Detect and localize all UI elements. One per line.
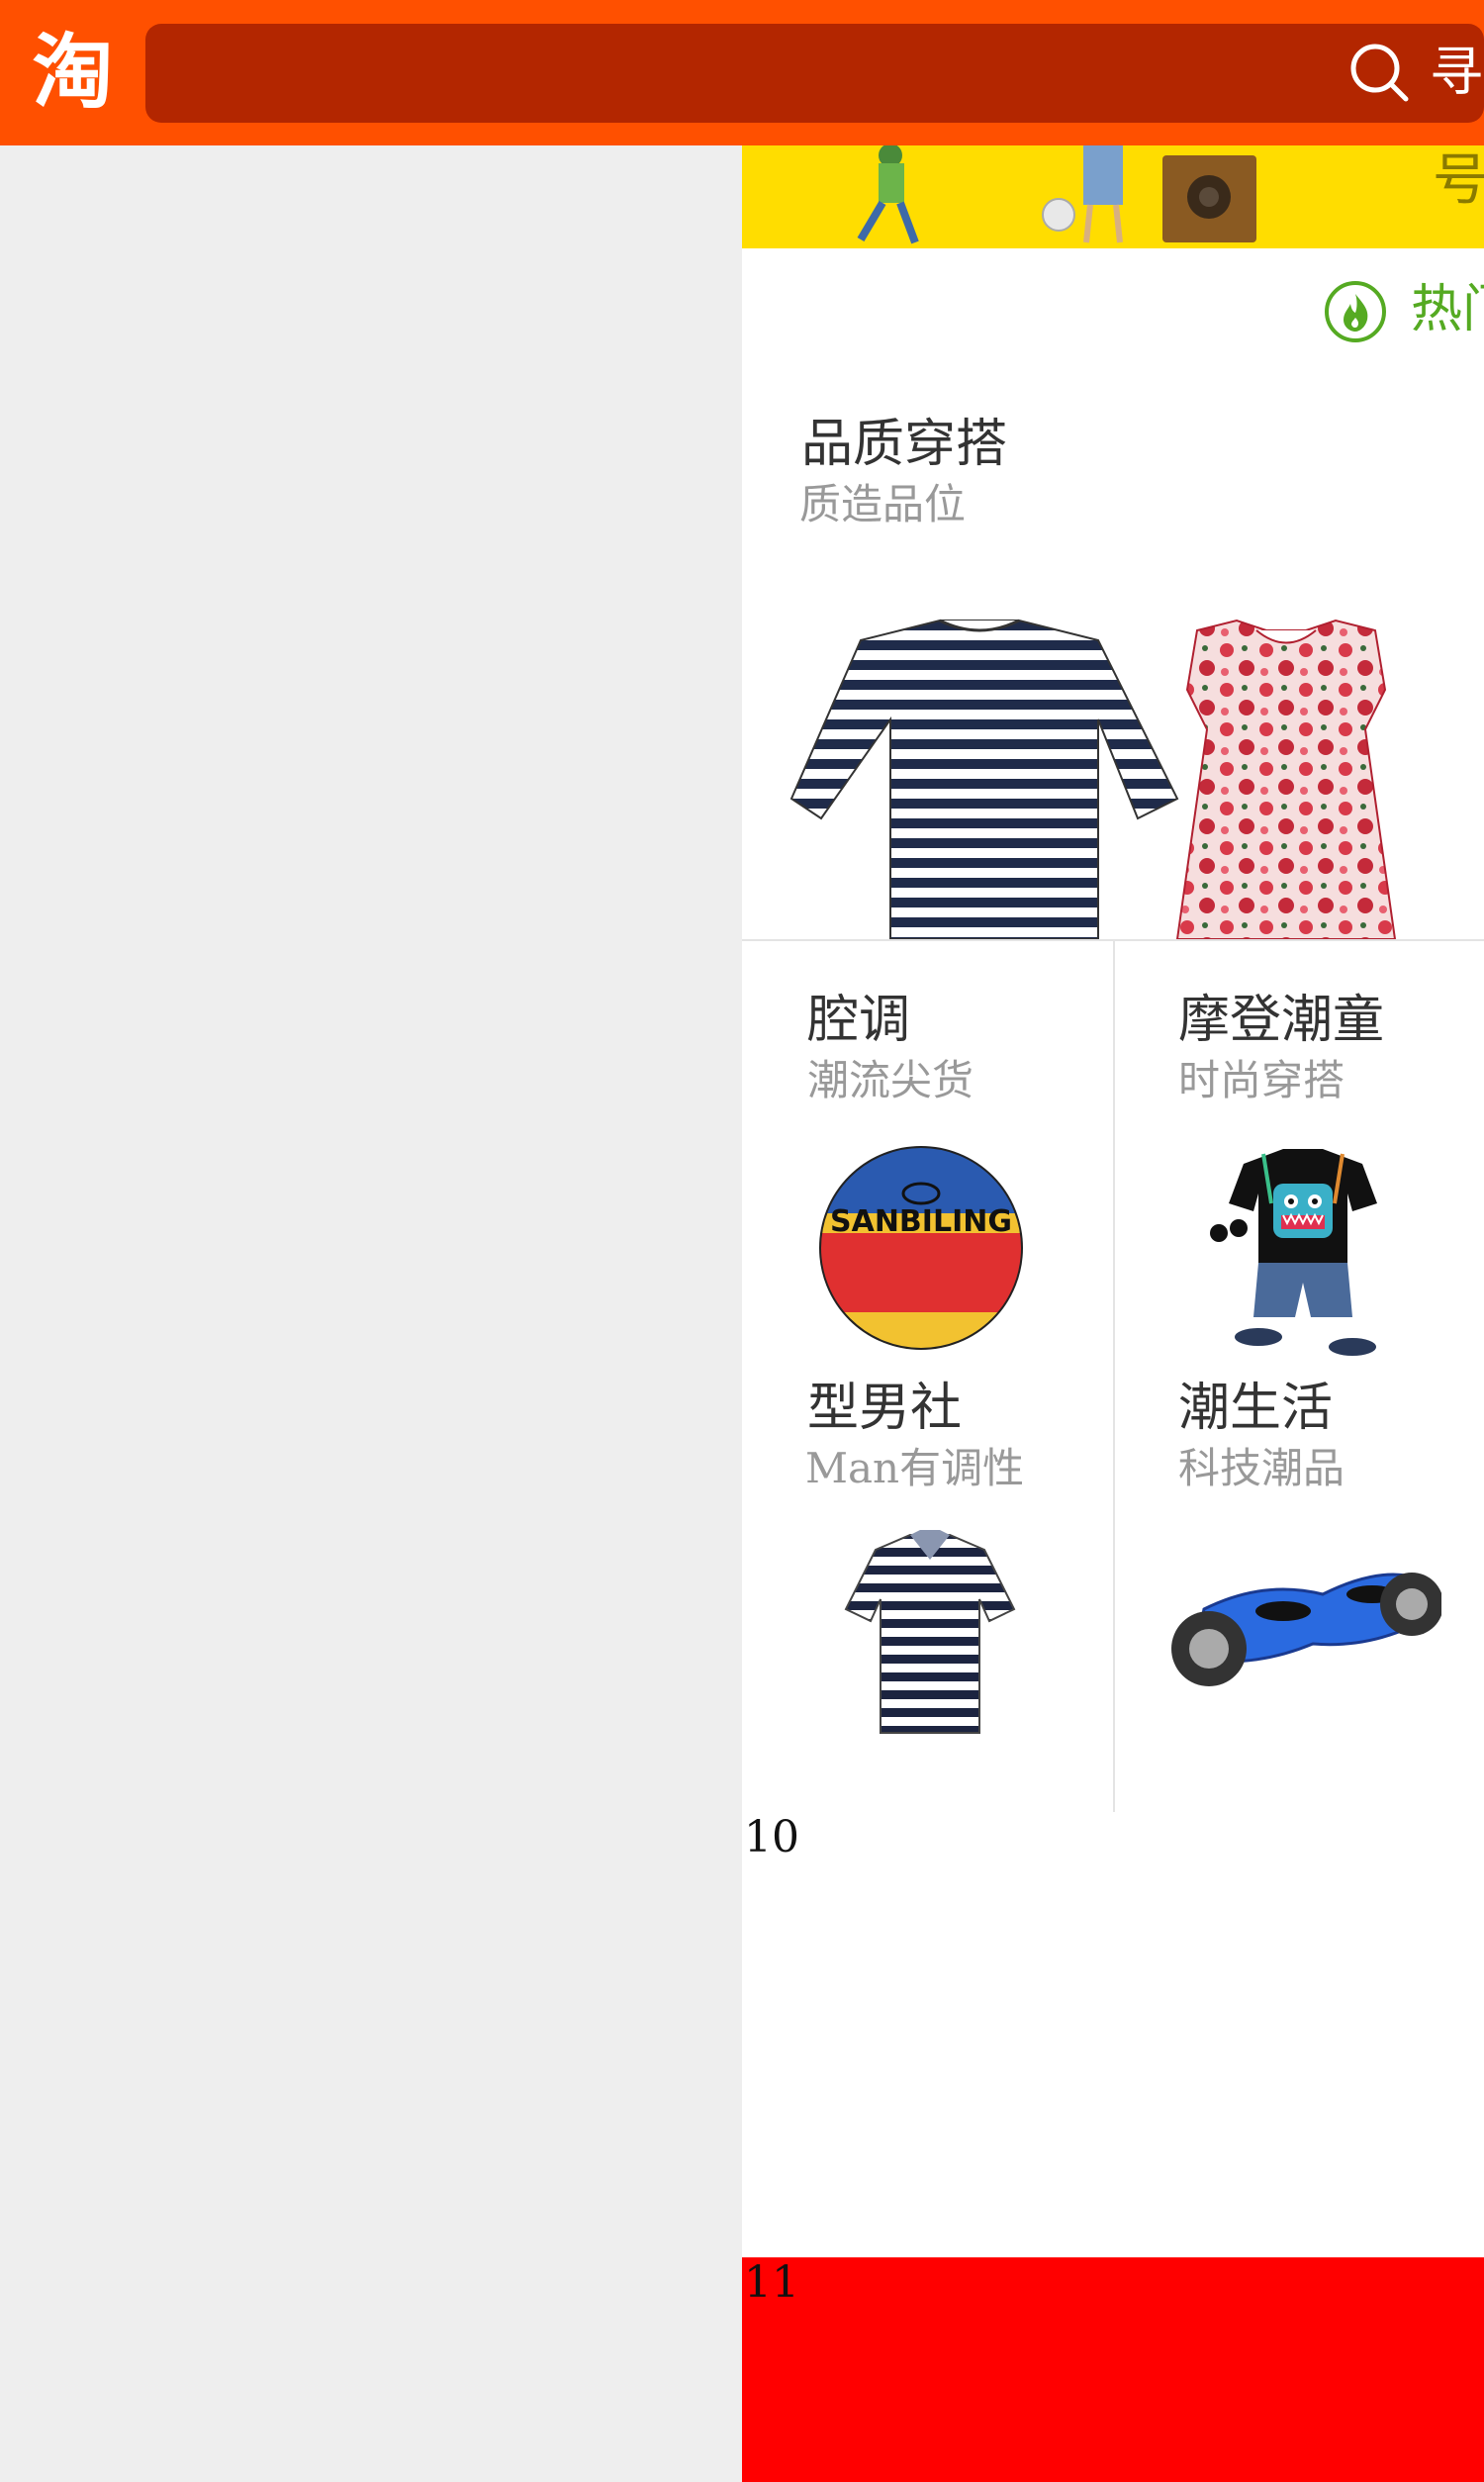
flame-icon xyxy=(1325,281,1386,342)
search-label[interactable]: 寻 xyxy=(1430,42,1483,103)
hot-section-header[interactable]: 热门 xyxy=(742,248,1484,367)
content-panel: 号 热门 品质穿搭 质造品位 xyxy=(742,145,1484,2482)
banner-text: 号 xyxy=(1433,148,1484,213)
promo-banner[interactable]: 号 xyxy=(742,145,1484,248)
hoverboard-image xyxy=(1171,1573,1441,1686)
category-card-man-club[interactable]: 型男社 Man有调性 xyxy=(742,1377,1113,1812)
search-icon[interactable] xyxy=(1348,42,1410,103)
hot-label: 热门 xyxy=(1411,280,1484,339)
card-title: 摩登潮童 xyxy=(1178,991,1385,1050)
featured-subtitle: 质造品位 xyxy=(799,480,967,528)
category-card-qiangdiao[interactable]: 腔调 潮流尖货 SANBILING xyxy=(742,941,1113,1377)
search-input[interactable] xyxy=(145,24,1484,123)
banner-illustration xyxy=(857,145,1256,244)
basketball-brand: SANBILING xyxy=(830,1204,1012,1239)
card-subtitle: 时尚穿搭 xyxy=(1178,1056,1345,1104)
card-subtitle: 科技潮品 xyxy=(1178,1444,1345,1492)
basketball-image: SANBILING xyxy=(819,1146,1023,1350)
card-title: 型男社 xyxy=(807,1379,963,1438)
logo-text: 淘 xyxy=(32,26,114,120)
section-number-10: 10 xyxy=(744,1812,799,1862)
taobao-logo[interactable]: 淘 xyxy=(16,28,130,119)
category-card-trend-life[interactable]: 潮生活 科技潮品 xyxy=(1115,1377,1484,1812)
section-number-11: 11 xyxy=(744,2257,799,2308)
featured-title: 品质穿搭 xyxy=(801,415,1008,474)
card-subtitle: Man有调性 xyxy=(805,1444,1025,1492)
card-subtitle: 潮流尖货 xyxy=(807,1056,974,1104)
kids-outfit-image xyxy=(1210,1149,1377,1356)
polo-shirt-image xyxy=(844,1530,1016,1734)
card-title: 腔调 xyxy=(807,991,911,1050)
card-title: 潮生活 xyxy=(1178,1379,1334,1438)
featured-clothing-image[interactable] xyxy=(742,601,1484,939)
category-card-modern-kids[interactable]: 摩登潮童 时尚穿搭 xyxy=(1115,941,1484,1377)
red-placeholder-block xyxy=(742,2257,1484,2482)
top-header: 淘 寻 xyxy=(0,0,1484,145)
